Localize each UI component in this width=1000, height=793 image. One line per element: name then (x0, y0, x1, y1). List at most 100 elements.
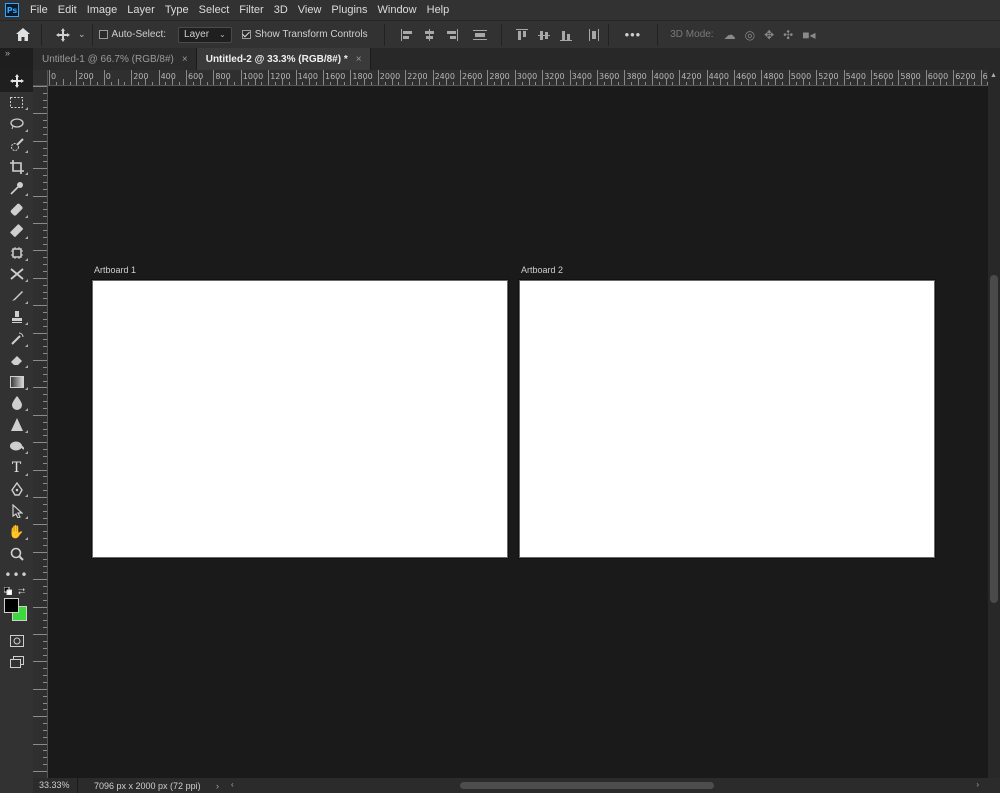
menu-view[interactable]: View (293, 0, 327, 20)
ruler-tick (43, 476, 47, 478)
tab-untitled-1[interactable]: Untitled-1 @ 66.7% (RGB/8#) × (33, 48, 197, 70)
menu-filter[interactable]: Filter (234, 0, 268, 20)
horizontal-scrollbar[interactable]: ‹ › (231, 780, 979, 791)
sharpen-tool-icon[interactable] (0, 414, 33, 436)
ruler-major-tick (49, 70, 50, 85)
history-brush-tool-icon[interactable] (0, 328, 33, 350)
ruler-major-tick (871, 70, 872, 85)
align-bottom-edges-icon[interactable] (559, 29, 574, 41)
vertical-ruler[interactable] (33, 86, 48, 778)
ruler-major-tick (898, 70, 900, 85)
scroll-right-icon[interactable]: › (976, 780, 979, 789)
quick-mask-icon[interactable] (0, 630, 33, 652)
auto-select-checkbox[interactable]: Auto-Select: (98, 29, 166, 40)
zoom-level-field[interactable]: 33.33% (33, 778, 78, 793)
scroll-up-icon[interactable]: ▲ (990, 72, 997, 79)
tab-untitled-2[interactable]: Untitled-2 @ 33.3% (RGB/8#) * × (196, 48, 371, 70)
crop-tool-icon[interactable] (0, 156, 33, 178)
menu-edit[interactable]: Edit (53, 0, 82, 20)
menu-layer[interactable]: Layer (122, 0, 160, 20)
chevron-down-icon: ⌄ (219, 30, 226, 39)
healing-brush-tool-icon[interactable] (0, 221, 33, 243)
align-right-edges-icon[interactable] (445, 28, 459, 41)
lasso-tool-icon[interactable] (0, 113, 33, 135)
ruler-tick (43, 133, 47, 135)
ruler-tick (33, 168, 47, 170)
clone-stamp-tool-icon[interactable] (0, 307, 33, 329)
status-menu-arrow-icon[interactable]: › (216, 781, 219, 791)
photoshop-logo-icon[interactable]: Ps (5, 3, 19, 17)
scroll-left-icon[interactable]: ‹ (231, 780, 234, 789)
ruler-tick (43, 339, 47, 341)
close-icon[interactable]: × (356, 54, 362, 65)
menu-select[interactable]: Select (194, 0, 235, 20)
roll-3d-icon[interactable]: ◎ (745, 28, 755, 42)
spot-healing-tool-icon[interactable] (0, 199, 33, 221)
marquee-tool-icon[interactable] (0, 92, 33, 114)
artboard-2-label[interactable]: Artboard 2 (521, 265, 563, 275)
foreground-color-swatch[interactable] (4, 598, 19, 613)
close-icon[interactable]: × (182, 54, 188, 65)
move-tool-preset-picker[interactable]: ⌄ (56, 27, 86, 42)
vertical-scrollbar[interactable]: ▲ (988, 70, 1000, 778)
dodge-tool-icon[interactable] (0, 436, 33, 458)
chip-tool-icon[interactable] (0, 242, 33, 264)
align-left-edges-icon[interactable] (400, 28, 415, 41)
edit-toolbar-icon[interactable]: ••• (0, 565, 33, 587)
menu-3d[interactable]: 3D (269, 0, 293, 20)
orbit-3d-icon[interactable]: ☁ (724, 28, 736, 42)
more-options-button[interactable]: ••• (625, 27, 642, 42)
hand-tool-icon[interactable]: ✋ (0, 522, 33, 544)
eraser-tool-icon[interactable] (0, 350, 33, 372)
menu-help[interactable]: Help (422, 0, 455, 20)
distribute-horizontal-icon[interactable] (588, 28, 602, 41)
menu-image[interactable]: Image (82, 0, 123, 20)
show-transform-controls-checkbox[interactable]: Show Transform Controls (241, 29, 368, 40)
ruler-major-tick (295, 70, 297, 85)
swap-colors-icon[interactable]: ⮂ (18, 586, 25, 597)
horizontal-ruler[interactable]: 0 200 0 200 400 600 800 1000 1200 1400 1600 1800 200… (33, 70, 988, 86)
slide-3d-icon[interactable]: ✣ (783, 28, 793, 42)
ruler-minor-tick (740, 82, 742, 85)
ruler-label: 400 (160, 72, 176, 81)
horizontal-scroll-thumb[interactable] (460, 782, 714, 789)
document-canvas[interactable]: Artboard 1 Artboard 2 (48, 87, 988, 778)
content-aware-move-tool-icon[interactable] (0, 264, 33, 286)
ruler-tick (33, 771, 47, 772)
ruler-major-tick (350, 70, 352, 85)
type-tool-icon[interactable]: T (0, 457, 33, 479)
auto-select-check-icon[interactable] (98, 30, 108, 39)
zoom-tool-icon[interactable] (0, 543, 33, 565)
ruler-origin[interactable] (33, 70, 48, 86)
menu-type[interactable]: Type (160, 0, 194, 20)
blur-tool-icon[interactable] (0, 393, 33, 415)
menu-window[interactable]: Window (373, 0, 422, 20)
artboard-1[interactable] (92, 280, 508, 558)
screen-mode-icon[interactable] (0, 652, 33, 674)
ruler-label: 1000 (242, 72, 264, 81)
vertical-scroll-thumb[interactable] (990, 275, 998, 603)
auto-select-target-dropdown[interactable]: Layer ⌄ (178, 26, 232, 43)
artboard-2[interactable] (519, 280, 935, 558)
panel-collapse-icon[interactable]: » (5, 48, 10, 58)
artboard-1-label[interactable]: Artboard 1 (94, 265, 136, 275)
align-horizontal-centers-icon[interactable] (423, 28, 437, 41)
pen-tool-icon[interactable] (0, 479, 33, 501)
move-tool-icon[interactable] (0, 70, 33, 92)
eyedropper-tool-icon[interactable] (0, 178, 33, 200)
ruler-tick (43, 175, 47, 177)
gradient-tool-icon[interactable] (0, 371, 33, 393)
pan-3d-icon[interactable]: ✥ (764, 28, 774, 42)
quick-selection-tool-icon[interactable] (0, 135, 33, 157)
align-top-edges-icon[interactable] (515, 28, 530, 41)
home-button[interactable] (11, 23, 35, 47)
path-selection-tool-icon[interactable] (0, 500, 33, 522)
distribute-vertical-icon[interactable] (472, 29, 487, 41)
brush-tool-icon[interactable] (0, 285, 33, 307)
show-transform-check-icon[interactable] (241, 30, 251, 39)
align-vertical-centers-icon[interactable] (537, 29, 552, 41)
scale-3d-icon[interactable]: ■◂ (802, 28, 815, 42)
default-colors-icon[interactable] (4, 587, 12, 595)
menu-plugins[interactable]: Plugins (326, 0, 372, 20)
menu-file[interactable]: File (25, 0, 53, 20)
